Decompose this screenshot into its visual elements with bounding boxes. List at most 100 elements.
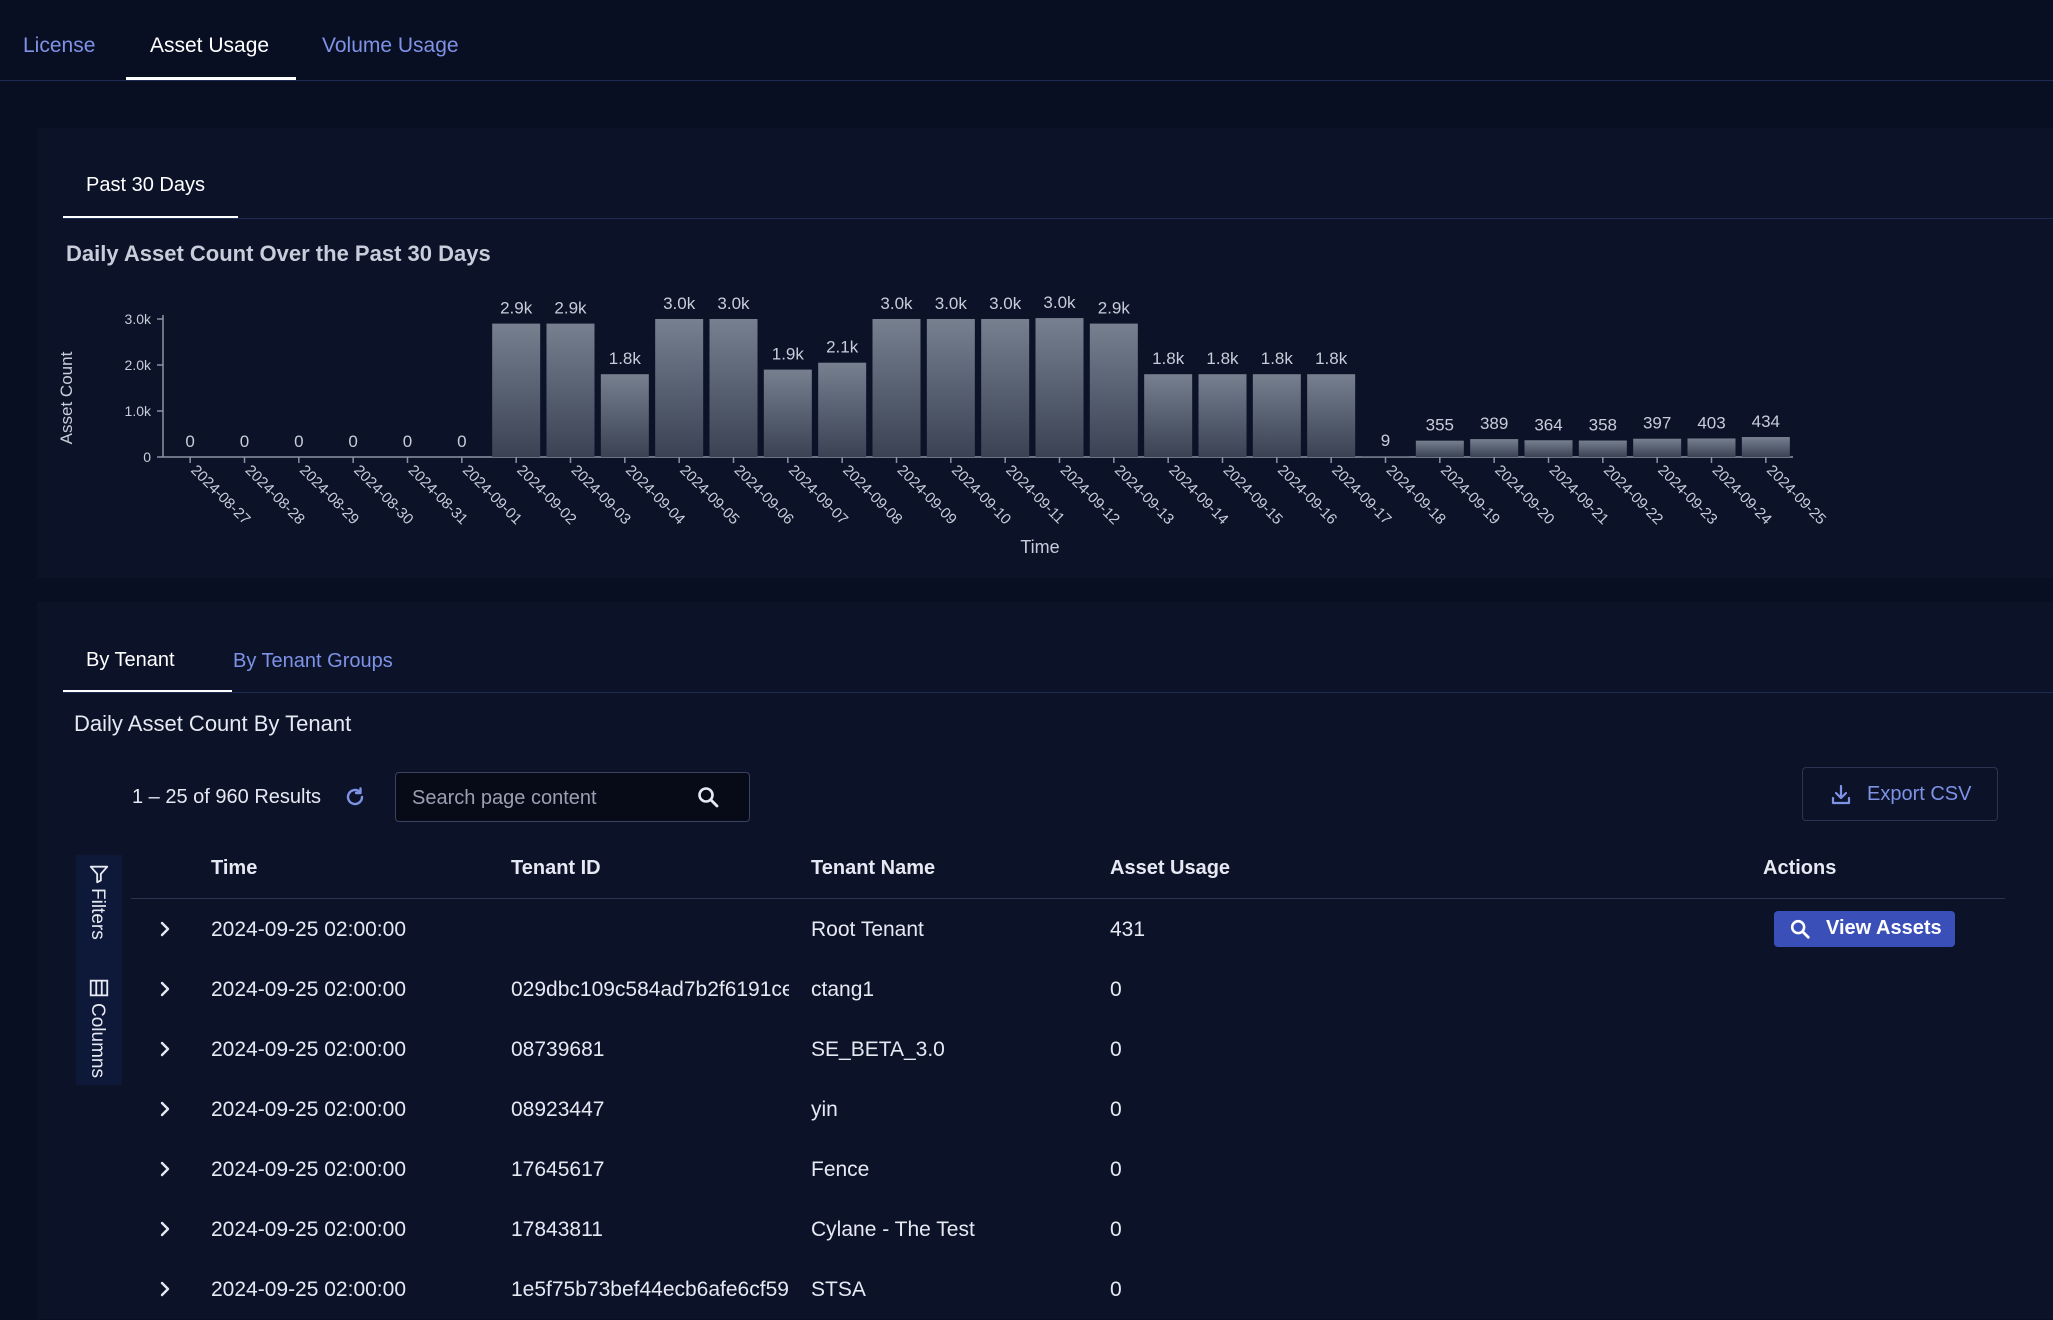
bar-value-label: 1.8k xyxy=(1261,349,1294,368)
search-icon[interactable] xyxy=(696,785,720,809)
search-box xyxy=(395,772,750,823)
table-title: Daily Asset Count By Tenant xyxy=(74,711,352,736)
cell-tenant-name: SE_BETA_3.0 xyxy=(811,1038,945,1061)
expand-row-chevron-icon[interactable] xyxy=(155,1099,175,1119)
table-tab-divider xyxy=(63,692,2053,693)
columns-label: Columns xyxy=(87,1003,108,1078)
y-tick-label: 0 xyxy=(143,449,151,465)
search-input[interactable] xyxy=(410,773,694,823)
expand-row-chevron-icon[interactable] xyxy=(155,979,175,999)
tab-by-tenant[interactable]: By Tenant xyxy=(86,649,175,672)
bar-value-label: 0 xyxy=(457,432,466,451)
bar-value-label: 2.9k xyxy=(500,299,533,318)
asset-count-bar-chart: 01.0k2.0k3.0kAsset CountTime02024-08-270… xyxy=(57,293,1829,557)
cell-asset-usage: 0 xyxy=(1110,1218,1122,1241)
expand-row-chevron-icon[interactable] xyxy=(155,1159,175,1179)
x-tick-label: 2024-09-25 xyxy=(1763,462,1829,528)
cell-asset-usage: 0 xyxy=(1110,1278,1122,1301)
bar xyxy=(1361,456,1410,457)
cell-asset-usage: 0 xyxy=(1110,1038,1122,1061)
view-assets-button[interactable]: View Assets xyxy=(1774,911,1955,947)
bar xyxy=(1144,374,1193,457)
cell-tenant-id: 17645617 xyxy=(511,1158,605,1181)
results-count: 1 – 25 of 960 Results xyxy=(132,786,322,808)
y-axis-label: Asset Count xyxy=(57,351,76,444)
bar xyxy=(546,323,595,457)
expand-row-chevron-icon[interactable] xyxy=(155,1219,175,1239)
bar-value-label: 434 xyxy=(1752,412,1780,431)
bar xyxy=(1198,374,1247,457)
filter-icon xyxy=(89,865,109,884)
bar-value-label: 3.0k xyxy=(717,294,750,313)
cell-tenant-name: Cylane - The Test xyxy=(811,1218,975,1241)
cell-time: 2024-09-25 02:00:00 xyxy=(211,1098,406,1121)
bar-value-label: 2.9k xyxy=(554,299,587,318)
bar-value-label: 389 xyxy=(1480,414,1508,433)
bar-value-label: 0 xyxy=(240,432,249,451)
bar xyxy=(1307,374,1356,457)
cell-asset-usage: 0 xyxy=(1110,978,1122,1001)
bar-value-label: 2.1k xyxy=(826,338,859,357)
bar-value-label: 1.8k xyxy=(609,349,642,368)
column-header-tenant-name[interactable]: Tenant Name xyxy=(811,857,935,880)
column-header-time[interactable]: Time xyxy=(211,857,257,880)
bar-value-label: 3.0k xyxy=(663,294,696,313)
column-header-tenant-id[interactable]: Tenant ID xyxy=(511,857,601,880)
filters-toggle[interactable]: Filters xyxy=(76,855,122,945)
cell-tenant-id: 17843811 xyxy=(511,1218,603,1241)
bar-value-label: 0 xyxy=(185,432,194,451)
bar xyxy=(818,362,867,457)
bar xyxy=(1470,439,1519,457)
bar-value-label: 1.8k xyxy=(1152,349,1185,368)
refresh-icon[interactable] xyxy=(343,785,367,809)
cell-tenant-id: 08739681 xyxy=(511,1038,605,1061)
cell-tenant-name: yin xyxy=(811,1098,838,1121)
cell-time: 2024-09-25 02:00:00 xyxy=(211,918,406,941)
cell-tenant-id: 1e5f75b73bef44ecb6afe6cf59 xyxy=(511,1278,789,1301)
columns-toggle[interactable]: Columns xyxy=(76,975,122,1085)
bar-value-label: 2.9k xyxy=(1098,299,1131,318)
cell-time: 2024-09-25 02:00:00 xyxy=(211,1278,406,1301)
cell-asset-usage: 0 xyxy=(1110,1098,1122,1121)
side-rail: Filters Columns xyxy=(76,855,122,1085)
bar xyxy=(1089,323,1138,457)
cell-asset-usage: 431 xyxy=(1110,918,1146,941)
bar xyxy=(1633,438,1682,457)
expand-row-chevron-icon[interactable] xyxy=(155,1039,175,1059)
cell-tenant-id: 029dbc109c584ad7b2f6191ce xyxy=(511,978,789,1001)
tab-by-tenant-groups[interactable]: By Tenant Groups xyxy=(233,650,393,673)
cell-time: 2024-09-25 02:00:00 xyxy=(211,978,406,1001)
download-icon xyxy=(1831,784,1851,805)
bar xyxy=(655,319,704,457)
bar xyxy=(1578,440,1627,457)
bar-value-label: 3.0k xyxy=(880,294,913,313)
bar xyxy=(600,374,649,457)
bar xyxy=(981,319,1030,457)
bar xyxy=(1687,438,1736,457)
cell-time: 2024-09-25 02:00:00 xyxy=(211,1218,406,1241)
bar xyxy=(872,319,921,457)
bar xyxy=(1524,440,1573,457)
export-csv-button[interactable]: Export CSV xyxy=(1802,767,1998,821)
expand-row-chevron-icon[interactable] xyxy=(155,1279,175,1299)
cell-time: 2024-09-25 02:00:00 xyxy=(211,1038,406,1061)
y-tick-label: 2.0k xyxy=(125,357,152,373)
view-assets-label: View Assets xyxy=(1826,917,1942,939)
bar xyxy=(709,319,758,457)
bar-value-label: 3.0k xyxy=(989,294,1022,313)
cell-asset-usage: 0 xyxy=(1110,1158,1122,1181)
bar-value-label: 0 xyxy=(403,432,412,451)
column-header-actions: Actions xyxy=(1763,857,1837,879)
bar-value-label: 397 xyxy=(1643,414,1671,433)
bar-value-label: 1.9k xyxy=(772,345,805,364)
y-tick-label: 1.0k xyxy=(125,403,152,419)
column-header-asset-usage[interactable]: Asset Usage xyxy=(1110,857,1230,880)
export-csv-label: Export CSV xyxy=(1867,783,1972,805)
cell-tenant-id: 08923447 xyxy=(511,1098,605,1121)
bar-value-label: 0 xyxy=(294,432,303,451)
bar xyxy=(1741,437,1790,457)
bar-value-label: 9 xyxy=(1381,431,1390,450)
bar-value-label: 0 xyxy=(348,432,357,451)
bar xyxy=(926,319,975,457)
expand-row-chevron-icon[interactable] xyxy=(155,919,175,939)
